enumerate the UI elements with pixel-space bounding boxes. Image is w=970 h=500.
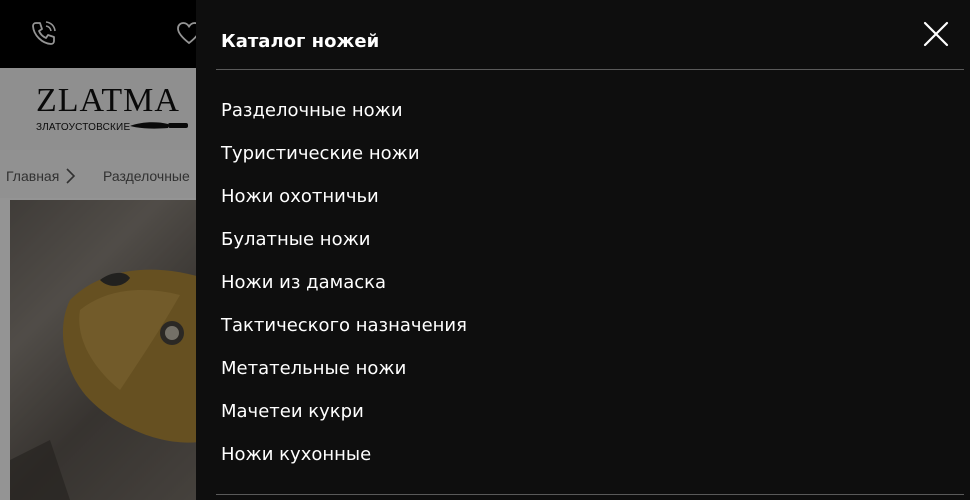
menu-item-razdelochnye[interactable]: Разделочные ножи — [221, 98, 467, 141]
drawer-title: Каталог ножей — [221, 31, 380, 52]
drawer-divider — [216, 69, 964, 70]
menu-item-tacticheskie[interactable]: Тактического назначения — [221, 313, 467, 356]
menu-item-metatelnye[interactable]: Метательные ножи — [221, 356, 467, 399]
close-icon[interactable] — [920, 18, 952, 50]
drawer-divider-bottom — [216, 494, 964, 495]
catalog-menu: Разделочные ножи Туристические ножи Ножи… — [221, 98, 467, 485]
catalog-drawer: Каталог ножей Разделочные ножи Туристиче… — [196, 0, 970, 500]
menu-item-okhotnichi[interactable]: Ножи охотничьи — [221, 184, 467, 227]
menu-item-turisticheskie[interactable]: Туристические ножи — [221, 141, 467, 184]
menu-item-damask[interactable]: Ножи из дамаска — [221, 270, 467, 313]
menu-item-bulatnye[interactable]: Булатные ножи — [221, 227, 467, 270]
menu-item-kukhonnye[interactable]: Ножи кухонные — [221, 442, 467, 485]
menu-item-machete-kukri[interactable]: Мачетеи кукри — [221, 399, 467, 442]
